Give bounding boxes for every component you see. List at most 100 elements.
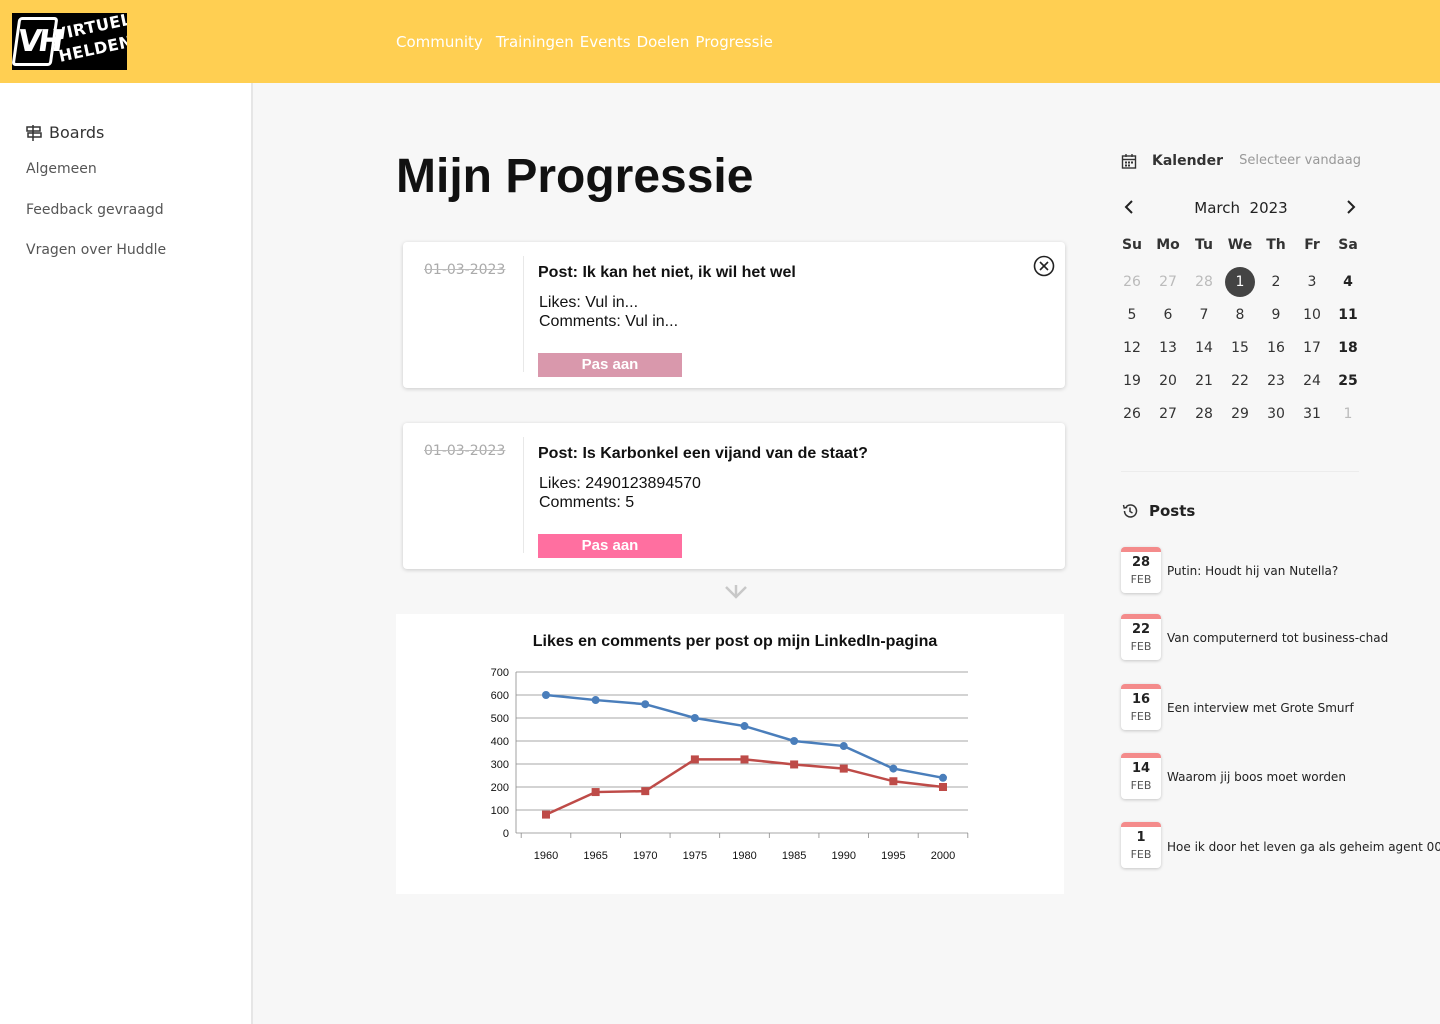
post-list-item[interactable]: 28 FEB Putin: Houdt hij van Nutella? bbox=[1121, 547, 1440, 593]
post-title: Post: Ik kan het niet, ik wil het wel bbox=[538, 264, 796, 281]
post-card: 01-03-2023 Post: Ik kan het niet, ik wil… bbox=[403, 242, 1065, 388]
badge-day: 28 bbox=[1131, 555, 1151, 570]
line-chart: Likes en comments per post op mijn Linke… bbox=[491, 633, 969, 862]
edit-post-button[interactable]: Pas aan bbox=[538, 353, 682, 377]
calendar-day[interactable]: 9 bbox=[1258, 300, 1294, 330]
x-tick-label: 1975 bbox=[683, 850, 707, 862]
year: 2023 bbox=[1249, 199, 1288, 217]
calendar-day[interactable]: 10 bbox=[1294, 300, 1330, 330]
post-date: 01-03-2023 bbox=[424, 443, 506, 459]
calendar-day[interactable]: 3 bbox=[1294, 267, 1330, 297]
post-list-item[interactable]: 14 FEB Waarom jij boos moet worden bbox=[1121, 753, 1440, 799]
badge-month: FEB bbox=[1130, 573, 1152, 586]
post-card: 01-03-2023 Post: Is Karbonkel een vijand… bbox=[403, 423, 1065, 569]
calendar-day[interactable]: 20 bbox=[1150, 366, 1186, 396]
boards-header: Boards bbox=[26, 123, 104, 143]
nav-events[interactable]: Events bbox=[580, 33, 631, 51]
data-point bbox=[839, 764, 848, 773]
calendar-day[interactable]: 22 bbox=[1222, 366, 1258, 396]
calendar-day[interactable]: 21 bbox=[1186, 366, 1222, 396]
badge-month: FEB bbox=[1130, 848, 1152, 861]
calendar-day[interactable]: 2 bbox=[1258, 267, 1294, 297]
calendar-day[interactable]: 18 bbox=[1330, 333, 1366, 363]
nav-progressie[interactable]: Progressie bbox=[695, 33, 772, 51]
selected-day-marker: 1 bbox=[1225, 267, 1255, 297]
logo-wordmark: VIRTUELE HELDEN bbox=[52, 13, 127, 68]
date-badge: 22 FEB bbox=[1121, 614, 1161, 660]
calendar-day[interactable]: 28 bbox=[1186, 267, 1222, 297]
post-date: 01-03-2023 bbox=[424, 262, 506, 278]
calendar-day[interactable]: 8 bbox=[1222, 300, 1258, 330]
weekday-label: We bbox=[1227, 237, 1253, 253]
calendar-day[interactable]: 12 bbox=[1114, 333, 1150, 363]
calendar-day[interactable]: 26 bbox=[1114, 399, 1150, 429]
calendar-day[interactable]: 23 bbox=[1258, 366, 1294, 396]
badge-month: FEB bbox=[1130, 779, 1152, 792]
chevron-down-icon[interactable] bbox=[724, 584, 748, 600]
calendar-day[interactable]: 6 bbox=[1150, 300, 1186, 330]
weekday-label: Fr bbox=[1304, 237, 1320, 253]
edit-post-button[interactable]: Pas aan bbox=[538, 534, 682, 558]
nav-doelen[interactable]: Doelen bbox=[637, 33, 690, 51]
chart-title: Likes en comments per post op mijn Linke… bbox=[533, 633, 938, 650]
calendar-day[interactable]: 13 bbox=[1150, 333, 1186, 363]
badge-day: 1 bbox=[1136, 830, 1146, 845]
brand-logo[interactable]: VH VIRTUELE HELDEN bbox=[12, 13, 127, 70]
x-tick-label: 1970 bbox=[633, 850, 657, 862]
calendar-day[interactable]: 15 bbox=[1222, 333, 1258, 363]
calendar-day[interactable]: 28 bbox=[1186, 399, 1222, 429]
sidebar-item-feedback[interactable]: Feedback gevraagd bbox=[26, 201, 164, 219]
data-point bbox=[542, 810, 550, 819]
data-point bbox=[641, 700, 650, 709]
calendar-day[interactable]: 4 bbox=[1330, 267, 1366, 297]
calendar-day[interactable]: 25 bbox=[1330, 366, 1366, 396]
badge-day: 22 bbox=[1131, 622, 1151, 637]
calendar-day[interactable]: 29 bbox=[1222, 399, 1258, 429]
post-list-item[interactable]: 1 FEB Hoe ik door het leven ga als gehei… bbox=[1121, 822, 1440, 868]
y-tick-label: 100 bbox=[491, 805, 509, 817]
post-list-item[interactable]: 16 FEB Een interview met Grote Smurf bbox=[1121, 684, 1440, 730]
chevron-right-icon[interactable] bbox=[1345, 199, 1357, 215]
posts-header: Posts bbox=[1121, 502, 1195, 520]
calendar-day[interactable]: 16 bbox=[1258, 333, 1294, 363]
y-tick-label: 400 bbox=[491, 736, 509, 748]
calendar-day[interactable]: 19 bbox=[1114, 366, 1150, 396]
calendar-day[interactable]: 5 bbox=[1114, 300, 1150, 330]
data-point bbox=[839, 742, 848, 751]
calendar-day[interactable]: 30 bbox=[1258, 399, 1294, 429]
calendar-header: Kalender Selecteer vandaag bbox=[1121, 152, 1361, 172]
calendar-day[interactable]: 27 bbox=[1150, 267, 1186, 297]
calendar-day[interactable]: 11 bbox=[1330, 300, 1366, 330]
sidebar-item-algemeen[interactable]: Algemeen bbox=[26, 160, 97, 178]
x-tick-label: 1990 bbox=[832, 850, 856, 862]
calendar-day[interactable]: 7 bbox=[1186, 300, 1222, 330]
data-point bbox=[591, 696, 600, 705]
select-today-link[interactable]: Selecteer vandaag bbox=[1239, 153, 1361, 169]
post-title: Post: Is Karbonkel een vijand van de sta… bbox=[538, 445, 868, 462]
post-list-item[interactable]: 22 FEB Van computernerd tot business-cha… bbox=[1121, 614, 1440, 660]
calendar-day[interactable]: 1 bbox=[1222, 267, 1258, 297]
calendar-day[interactable]: 26 bbox=[1114, 267, 1150, 297]
calendar-day[interactable]: 31 bbox=[1294, 399, 1330, 429]
calendar-day[interactable]: 17 bbox=[1294, 333, 1330, 363]
x-tick-label: 1965 bbox=[583, 850, 607, 862]
calendar-icon bbox=[1121, 154, 1137, 169]
nav-community[interactable]: Community bbox=[396, 33, 483, 51]
x-tick-label: 1985 bbox=[782, 850, 806, 862]
data-point bbox=[939, 783, 947, 791]
x-tick-label: 1960 bbox=[534, 850, 558, 862]
weekday-label: Mo bbox=[1156, 237, 1180, 253]
nav-trainingen[interactable]: Trainingen bbox=[496, 33, 574, 51]
sidebar-item-vragen[interactable]: Vragen over Huddle bbox=[26, 241, 166, 259]
calendar-day[interactable]: 24 bbox=[1294, 366, 1330, 396]
date-badge: 14 FEB bbox=[1121, 753, 1161, 799]
main-nav: Community Trainingen Events Doelen Progr… bbox=[396, 33, 779, 51]
y-tick-label: 500 bbox=[491, 713, 509, 725]
month-title: March 2023 bbox=[1121, 198, 1361, 218]
calendar-day[interactable]: 27 bbox=[1150, 399, 1186, 429]
close-icon[interactable] bbox=[1033, 255, 1055, 277]
chart-grid bbox=[515, 671, 969, 838]
calendar-day[interactable]: 1 bbox=[1330, 399, 1366, 429]
weekday-label: Th bbox=[1266, 237, 1286, 253]
calendar-day[interactable]: 14 bbox=[1186, 333, 1222, 363]
